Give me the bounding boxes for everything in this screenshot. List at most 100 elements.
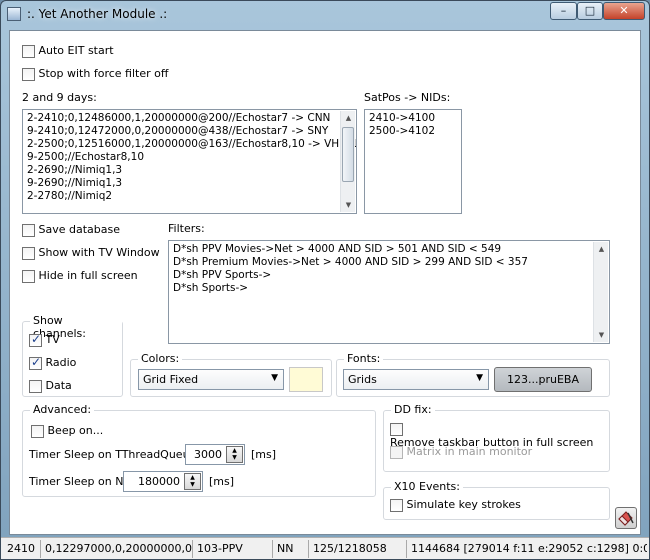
fonts-group: Fonts: Grids ▼ 123...pruEBA xyxy=(336,352,610,397)
main-window: :. Yet Another Module .: – □ ✕ Auto EIT … xyxy=(0,0,650,560)
matrix-main-monitor-box[interactable] xyxy=(390,445,403,459)
clear-button[interactable] xyxy=(615,507,637,529)
x10-events-group: X10 Events: Simulate key strokes xyxy=(383,480,610,520)
filters-listbox[interactable]: D*sh PPV Movies->Net > 4000 AND SID > 50… xyxy=(168,240,610,344)
minimize-button[interactable]: – xyxy=(550,2,577,20)
dialog-client-area: Auto EIT start Stop with force filter of… xyxy=(9,30,641,535)
status-pane-2: 0,12297000,0,20000000,0 xyxy=(41,540,193,558)
colors-dropdown[interactable]: Grid Fixed ▼ xyxy=(138,369,284,390)
scroll-thumb[interactable] xyxy=(342,127,354,182)
radio-box[interactable] xyxy=(29,355,42,370)
filters-scrollbar[interactable]: ▲ ▼ xyxy=(593,242,608,342)
timer-nn-label: Timer Sleep on NN: xyxy=(29,475,136,488)
show-channels-group: Show channels: TV Radio Data xyxy=(22,314,123,397)
days-list-items: 2-2410;0,12486000,1,20000000@200//Echost… xyxy=(27,112,356,203)
data-box[interactable] xyxy=(29,379,42,393)
satpos-label: SatPos -> NIDs: xyxy=(364,91,451,104)
advanced-label: Advanced: xyxy=(30,403,95,416)
save-database-checkbox[interactable]: Save database xyxy=(22,223,120,237)
auto-eit-start-label: Auto EIT start xyxy=(38,44,114,57)
scroll-up-arrow-icon[interactable]: ▲ xyxy=(594,242,609,256)
spinner-arrows-icon[interactable]: ▲ ▼ xyxy=(226,446,243,463)
auto-eit-start-checkbox[interactable]: Auto EIT start xyxy=(22,44,114,58)
beep-on-checkbox[interactable]: Beep on... xyxy=(31,424,103,438)
hide-full-screen-label: Hide in full screen xyxy=(38,269,138,282)
colors-label: Colors: xyxy=(138,352,183,365)
days-listbox[interactable]: 2-2410;0,12486000,1,20000000@200//Echost… xyxy=(22,109,357,214)
hide-full-screen-box[interactable] xyxy=(22,269,35,283)
fonts-label: Fonts: xyxy=(344,352,384,365)
list-item[interactable]: 2-2780;//Nimiq2 xyxy=(27,190,352,203)
radio-checkbox[interactable]: Radio xyxy=(29,355,77,370)
status-pane-1: 2410 xyxy=(3,540,41,558)
remove-taskbar-box[interactable] xyxy=(390,422,403,436)
maximize-button[interactable]: □ xyxy=(577,2,603,20)
font-sample-button[interactable]: 123...pruEBA xyxy=(494,367,592,392)
show-with-tv-box[interactable] xyxy=(22,246,35,260)
days-scrollbar[interactable]: ▲ ▼ xyxy=(340,111,355,212)
list-item[interactable]: 9-2500;//Echostar8,10 xyxy=(27,151,352,164)
show-with-tv-checkbox[interactable]: Show with TV Window xyxy=(22,246,160,260)
stop-force-filter-label: Stop with force filter off xyxy=(38,67,169,80)
timer-tthread-value: 3000 xyxy=(194,448,222,461)
list-item[interactable]: 9-2410;0,12472000,0,20000000@438//Echost… xyxy=(27,125,352,138)
save-database-box[interactable] xyxy=(22,223,35,237)
simulate-keys-box[interactable] xyxy=(390,498,403,512)
filters-label: Filters: xyxy=(168,222,205,235)
simulate-keys-checkbox[interactable]: Simulate key strokes xyxy=(390,498,521,512)
matrix-main-monitor-label: Matrix in main monitor xyxy=(406,445,533,458)
list-item[interactable]: D*sh PPV Movies->Net > 4000 AND SID > 50… xyxy=(173,243,605,256)
auto-eit-start-box[interactable] xyxy=(22,44,35,58)
satpos-list-items: 2410->4100 2500->4102 xyxy=(369,112,457,138)
stop-force-filter-checkbox[interactable]: Stop with force filter off xyxy=(22,67,168,81)
scroll-down-arrow-icon[interactable]: ▼ xyxy=(341,198,356,212)
list-item[interactable]: D*sh Sports-> xyxy=(173,282,605,295)
spinner-arrows-icon[interactable]: ▲ ▼ xyxy=(184,473,201,490)
stop-force-filter-box[interactable] xyxy=(22,67,35,81)
tv-checkbox[interactable]: TV xyxy=(29,332,60,347)
filter-list-items: D*sh PPV Movies->Net > 4000 AND SID > 50… xyxy=(173,243,605,295)
data-checkbox[interactable]: Data xyxy=(29,379,72,393)
radio-label: Radio xyxy=(45,356,77,369)
x10-events-label: X10 Events: xyxy=(391,480,463,493)
list-item[interactable]: 2-2410;0,12486000,1,20000000@200//Echost… xyxy=(27,112,352,125)
beep-on-box[interactable] xyxy=(31,424,44,438)
data-label: Data xyxy=(45,379,72,392)
days-list-label: 2 and 9 days: xyxy=(22,91,97,104)
eraser-icon xyxy=(618,511,634,526)
tv-box[interactable] xyxy=(29,332,42,347)
scroll-up-arrow-icon[interactable]: ▲ xyxy=(341,111,356,125)
scroll-down-arrow-icon[interactable]: ▼ xyxy=(594,328,609,342)
status-bar: 2410 0,12297000,0,20000000,0 103-PPV NN … xyxy=(1,537,649,559)
status-pane-6: 1144684 [279014 f:11 e:29052 c:1298] 0:0 xyxy=(411,542,647,555)
show-with-tv-label: Show with TV Window xyxy=(38,246,160,259)
list-item[interactable]: D*sh Premium Movies->Net > 4000 AND SID … xyxy=(173,256,605,269)
list-item[interactable]: 2500->4102 xyxy=(369,125,457,138)
timer-tthread-unit: [ms] xyxy=(251,448,277,461)
close-button[interactable]: ✕ xyxy=(603,2,645,20)
matrix-main-monitor-checkbox[interactable]: Matrix in main monitor xyxy=(390,445,532,459)
chevron-down-icon: ▼ xyxy=(271,373,278,383)
beep-on-label: Beep on... xyxy=(47,424,104,437)
timer-nn-unit: [ms] xyxy=(209,475,235,488)
list-item[interactable]: 2-2500;0,12516000,1,20000000@163//Echost… xyxy=(27,138,356,151)
timer-tthread-input[interactable]: 3000 ▲ ▼ xyxy=(185,444,245,465)
colors-group: Colors: Grid Fixed ▼ xyxy=(130,352,332,397)
hide-full-screen-checkbox[interactable]: Hide in full screen xyxy=(22,269,138,283)
tv-label: TV xyxy=(45,333,60,346)
list-item[interactable]: 2-2690;//Nimiq1,3 xyxy=(27,164,352,177)
app-icon xyxy=(7,7,21,21)
list-item[interactable]: 9-2690;//Nimiq1,3 xyxy=(27,177,352,190)
timer-nn-input[interactable]: 180000 ▲ ▼ xyxy=(123,471,203,492)
satpos-listbox[interactable]: 2410->4100 2500->4102 xyxy=(364,109,462,214)
status-pane-5: 125/1218058 xyxy=(309,540,407,558)
title-bar[interactable]: :. Yet Another Module .: – □ ✕ xyxy=(1,1,649,28)
fonts-dropdown[interactable]: Grids ▼ xyxy=(343,369,489,390)
color-swatch[interactable] xyxy=(289,367,323,392)
colors-selected: Grid Fixed xyxy=(143,373,199,386)
window-title: :. Yet Another Module .: xyxy=(27,7,168,21)
save-database-label: Save database xyxy=(38,223,121,236)
list-item[interactable]: 2410->4100 xyxy=(369,112,457,125)
list-item[interactable]: D*sh PPV Sports-> xyxy=(173,269,605,282)
status-pane-3: 103-PPV xyxy=(193,540,273,558)
